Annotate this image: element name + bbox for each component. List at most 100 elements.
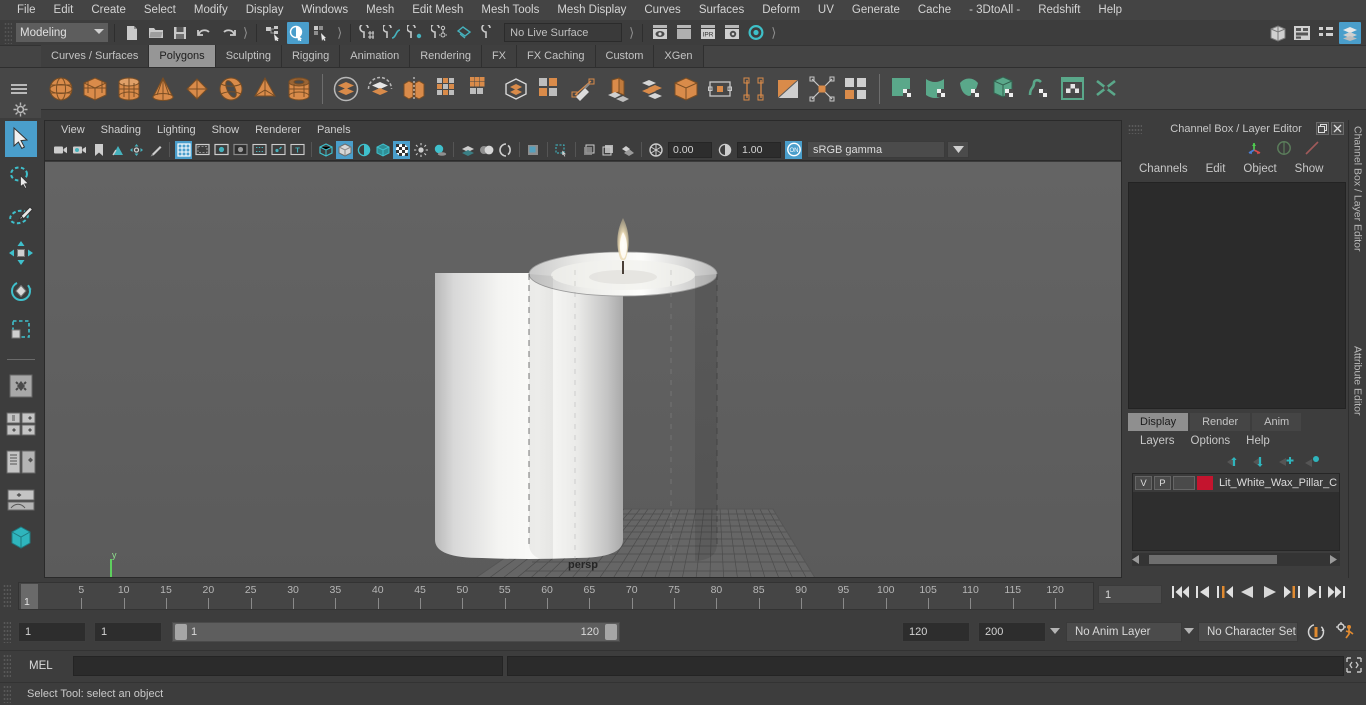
collapse-group-icon[interactable]: ⟩ xyxy=(626,25,637,41)
color-management-dropdown-arrow[interactable] xyxy=(947,141,969,158)
range-start-handle[interactable] xyxy=(175,624,187,640)
title-safe-icon[interactable]: T xyxy=(289,141,306,159)
poly-mirror-cut-button[interactable] xyxy=(431,72,465,106)
poly-torus-button[interactable] xyxy=(214,72,248,106)
collapse-group-icon[interactable]: ⟩ xyxy=(768,25,779,41)
menu-item-windows[interactable]: Windows xyxy=(292,0,357,20)
command-language-label[interactable]: MEL xyxy=(29,660,69,672)
hypershade-button[interactable] xyxy=(745,22,767,44)
menu-item-create[interactable]: Create xyxy=(82,0,135,20)
menu-item-uv[interactable]: UV xyxy=(809,0,843,20)
menu-set-selector[interactable]: Modeling xyxy=(16,23,108,42)
xray-toggle-icon[interactable] xyxy=(553,141,570,159)
move-layer-down-icon[interactable] xyxy=(1253,455,1268,468)
layer-type-toggle[interactable] xyxy=(1172,476,1195,490)
layer-color-swatch[interactable] xyxy=(1196,476,1213,490)
use-default-material-icon[interactable] xyxy=(393,140,410,159)
show-hide-modeling-toolkit-button[interactable] xyxy=(1267,22,1289,44)
anim-layer-dropdown-arrow[interactable] xyxy=(1050,628,1060,634)
select-tool-button[interactable] xyxy=(4,121,37,157)
poly-pyramid-button[interactable] xyxy=(248,72,282,106)
range-slider-gripper[interactable] xyxy=(3,621,11,643)
layer-list-horizontal-scrollbar[interactable] xyxy=(1132,553,1340,566)
poly-cube-button[interactable] xyxy=(78,72,112,106)
multisample-aa-icon[interactable] xyxy=(497,141,514,159)
poly-extrude-button[interactable] xyxy=(533,72,567,106)
anim-layer-selector[interactable]: No Anim Layer xyxy=(1066,622,1182,642)
menu-item-3dtoall[interactable]: - 3DtoAll - xyxy=(960,0,1029,20)
poly-sphere-button[interactable] xyxy=(44,72,78,106)
uv-editor-button[interactable] xyxy=(1056,72,1090,106)
scroll-left-icon[interactable] xyxy=(1132,555,1141,564)
scale-manipulator-icon[interactable] xyxy=(1304,140,1320,156)
menu-item-display[interactable]: Display xyxy=(237,0,293,20)
layer-editor-tab-render[interactable]: Render xyxy=(1190,413,1251,431)
show-hide-attribute-editor-button[interactable] xyxy=(1291,22,1313,44)
layer-editor-tab-anim[interactable]: Anim xyxy=(1252,413,1302,431)
step-back-key-icon[interactable] xyxy=(1217,584,1233,600)
poly-pipe-button[interactable] xyxy=(282,72,316,106)
textured-shading-icon[interactable] xyxy=(374,141,391,159)
snap-to-curve-button[interactable] xyxy=(381,22,403,44)
poly-bevel-button[interactable] xyxy=(499,72,533,106)
play-forwards-icon[interactable] xyxy=(1262,584,1277,600)
channel-box-menu-show[interactable]: Show xyxy=(1286,163,1333,175)
camera-attributes-icon[interactable] xyxy=(71,141,88,159)
channel-box-menu-object[interactable]: Object xyxy=(1234,163,1285,175)
step-back-frame-icon[interactable] xyxy=(1196,584,1210,600)
xray-active-components-icon[interactable] xyxy=(600,141,617,159)
lighting-toggle-icon[interactable] xyxy=(412,141,429,159)
poly-booleans-button[interactable] xyxy=(635,72,669,106)
menu-item-mesh-tools[interactable]: Mesh Tools xyxy=(472,0,548,20)
render-current-frame-button[interactable] xyxy=(649,22,671,44)
poly-combine-button[interactable] xyxy=(329,72,363,106)
select-by-object-type-button[interactable] xyxy=(287,21,310,44)
motion-blur-icon[interactable] xyxy=(478,141,495,159)
restore-panel-icon[interactable] xyxy=(1316,122,1329,135)
close-panel-icon[interactable] xyxy=(1331,122,1344,135)
persp-graph-layout-button[interactable] xyxy=(5,482,37,518)
menu-item-generate[interactable]: Generate xyxy=(843,0,909,20)
channel-box-menu-edit[interactable]: Edit xyxy=(1197,163,1235,175)
time-slider-gripper[interactable] xyxy=(3,584,11,608)
menu-item-help[interactable]: Help xyxy=(1089,0,1131,20)
wireframe-shading-icon[interactable] xyxy=(317,141,334,159)
menu-item-mesh[interactable]: Mesh xyxy=(357,0,403,20)
poly-bridge-button[interactable] xyxy=(567,72,601,106)
safe-action-icon[interactable] xyxy=(270,141,287,159)
poly-crease-button[interactable] xyxy=(839,72,873,106)
scroll-thumb[interactable] xyxy=(1149,555,1277,564)
shaded-wireframe-icon[interactable] xyxy=(355,141,372,159)
move-layer-up-icon[interactable] xyxy=(1227,455,1242,468)
xray-joints-icon[interactable] xyxy=(581,141,598,159)
ipr-render-button[interactable]: IPR xyxy=(697,22,719,44)
undo-button[interactable] xyxy=(193,22,215,44)
uv-unfold-button[interactable] xyxy=(1022,72,1056,106)
film-gate-icon[interactable] xyxy=(194,141,211,159)
viewport-menu-panels[interactable]: Panels xyxy=(309,124,359,136)
menu-item-edit-mesh[interactable]: Edit Mesh xyxy=(403,0,472,20)
layer-row[interactable]: V P Lit_White_Wax_Pillar_C xyxy=(1133,474,1339,492)
layer-list[interactable]: V P Lit_White_Wax_Pillar_C xyxy=(1132,473,1340,551)
rotate-tool-button[interactable] xyxy=(5,273,37,309)
status-line-gripper[interactable] xyxy=(4,21,12,44)
animation-end-time-field[interactable]: 200 xyxy=(978,622,1046,642)
time-ruler[interactable]: 1 5 10 15 20 25 30 35 40 45 50 55 60 65 70 75 80 85 90 95 1… xyxy=(18,582,1094,610)
uv-cylindrical-button[interactable] xyxy=(920,72,954,106)
range-end-handle[interactable] xyxy=(605,624,617,640)
four-view-layout-button[interactable] xyxy=(5,406,37,442)
layer-name[interactable]: Lit_White_Wax_Pillar_C xyxy=(1219,477,1337,489)
image-plane-icon[interactable] xyxy=(109,141,126,159)
open-scene-button[interactable] xyxy=(145,22,167,44)
poly-cylinder-button[interactable] xyxy=(112,72,146,106)
shelf-tab-xgen[interactable]: XGen xyxy=(654,45,704,67)
poly-plane-button[interactable] xyxy=(180,72,214,106)
viewport-menu-view[interactable]: View xyxy=(53,124,93,136)
layer-menu-layers[interactable]: Layers xyxy=(1132,435,1183,447)
menu-item-modify[interactable]: Modify xyxy=(185,0,237,20)
range-slider-track[interactable]: 1 120 xyxy=(172,622,620,642)
screen-space-ao-icon[interactable] xyxy=(459,141,476,159)
command-line-gripper[interactable] xyxy=(3,653,11,678)
resolution-gate-icon[interactable] xyxy=(213,141,230,159)
shelf-tab-animation[interactable]: Animation xyxy=(340,45,411,67)
